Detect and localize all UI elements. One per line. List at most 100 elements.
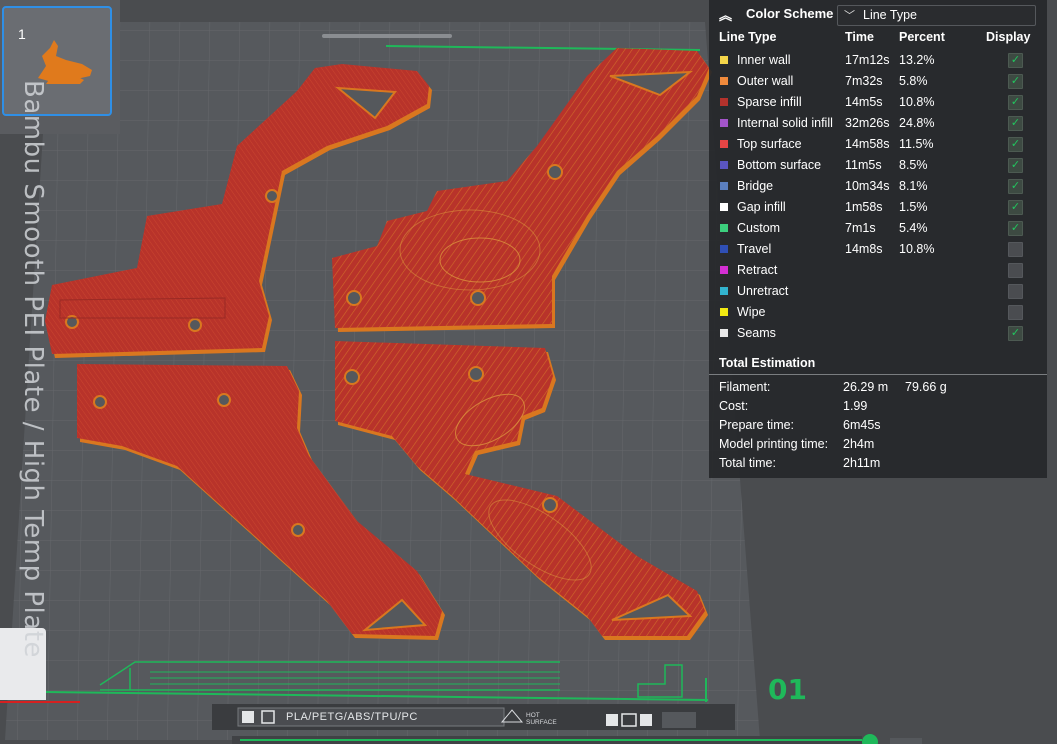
display-checkbox[interactable]: ✓ bbox=[1008, 263, 1023, 278]
line-type-time: 10m34s bbox=[845, 179, 890, 193]
line-type-percent: 1.5% bbox=[899, 200, 928, 214]
line-type-swatch bbox=[720, 224, 728, 232]
line-type-row: Seams ✓ bbox=[709, 323, 1047, 344]
estimation-value: 1.99 bbox=[843, 399, 868, 413]
line-type-time: 7m1s bbox=[845, 221, 876, 235]
line-type-swatch bbox=[720, 308, 728, 316]
line-type-time: 14m8s bbox=[845, 242, 883, 256]
estimation-row: Total time: 2h11m bbox=[709, 453, 1047, 472]
color-scheme-value: Line Type bbox=[863, 8, 917, 22]
estimation-value: 26.29 m bbox=[843, 380, 889, 394]
color-scheme-title: Color Scheme bbox=[746, 6, 834, 21]
line-type-swatch bbox=[720, 98, 728, 106]
header-time: Time bbox=[845, 30, 874, 44]
line-type-name: Retract bbox=[737, 263, 778, 277]
estimation-label: Cost: bbox=[719, 399, 749, 413]
line-type-swatch bbox=[720, 266, 728, 274]
line-type-time: 14m58s bbox=[845, 137, 890, 151]
total-estimation-title: Total Estimation bbox=[719, 356, 816, 370]
line-type-percent: 8.5% bbox=[899, 158, 928, 172]
display-checkbox[interactable]: ✓ bbox=[1008, 74, 1023, 89]
estimation-value: 6m45s bbox=[843, 418, 881, 432]
display-checkbox[interactable]: ✓ bbox=[1008, 179, 1023, 194]
line-type-name: Gap infill bbox=[737, 200, 786, 214]
estimation-value-secondary: 79.66 g bbox=[905, 380, 947, 394]
display-checkbox[interactable]: ✓ bbox=[1008, 95, 1023, 110]
line-type-time: 7m32s bbox=[845, 74, 883, 88]
display-checkbox[interactable]: ✓ bbox=[1008, 53, 1023, 68]
estimation-row: Filament: 26.29 m 79.66 g bbox=[709, 377, 1047, 396]
line-type-name: Travel bbox=[737, 242, 772, 256]
plate-index-label: 01 bbox=[768, 673, 807, 706]
hot-surface-line2: SURFACE bbox=[526, 719, 557, 726]
line-type-row: Retract ✓ bbox=[709, 260, 1047, 281]
line-type-swatch bbox=[720, 245, 728, 253]
color-scheme-header: ︽ Color Scheme ﹀ Line Type bbox=[709, 0, 1047, 28]
line-type-name: Bridge bbox=[737, 179, 774, 193]
display-checkbox[interactable]: ✓ bbox=[1008, 284, 1023, 299]
header-display: Display bbox=[986, 30, 1031, 44]
line-type-percent: 5.4% bbox=[899, 221, 928, 235]
filament-types-label: PLA/PETG/ABS/TPU/PC bbox=[286, 711, 418, 723]
line-type-name: Bottom surface bbox=[737, 158, 822, 172]
line-type-swatch bbox=[720, 161, 728, 169]
line-type-row: Custom 7m1s 5.4% ✓ bbox=[709, 218, 1047, 239]
display-checkbox[interactable]: ✓ bbox=[1008, 326, 1023, 341]
display-checkbox[interactable]: ✓ bbox=[1008, 221, 1023, 236]
estimation-label: Filament: bbox=[719, 380, 771, 394]
line-type-table-header: Line Type Time Percent Display bbox=[709, 30, 1047, 48]
line-type-name: Outer wall bbox=[737, 74, 794, 88]
legend-panel: ︽ Color Scheme ﹀ Line Type Line Type Tim… bbox=[709, 0, 1047, 478]
line-type-row: Inner wall 17m12s 13.2% ✓ bbox=[709, 50, 1047, 71]
line-type-row: Bridge 10m34s 8.1% ✓ bbox=[709, 176, 1047, 197]
line-type-percent: 24.8% bbox=[899, 116, 935, 130]
header-percent: Percent bbox=[899, 30, 945, 44]
line-type-row: Wipe ✓ bbox=[709, 302, 1047, 323]
line-type-row: Gap infill 1m58s 1.5% ✓ bbox=[709, 197, 1047, 218]
line-type-name: Top surface bbox=[737, 137, 802, 151]
hot-surface-label: HOT SURFACE bbox=[526, 712, 557, 726]
chevron-down-icon: ﹀ bbox=[844, 10, 855, 22]
line-type-row: Top surface 14m58s 11.5% ✓ bbox=[709, 134, 1047, 155]
line-type-time: 14m5s bbox=[845, 95, 883, 109]
line-type-row: Travel 14m8s 10.8% ✓ bbox=[709, 239, 1047, 260]
line-type-swatch bbox=[720, 182, 728, 190]
line-type-time: 11m5s bbox=[845, 158, 882, 172]
line-type-percent: 10.8% bbox=[899, 242, 935, 256]
line-type-percent: 10.8% bbox=[899, 95, 935, 109]
line-type-swatch bbox=[720, 329, 728, 337]
line-type-percent: 13.2% bbox=[899, 53, 935, 67]
collapse-chevron-icon[interactable]: ︽ bbox=[719, 5, 732, 24]
line-type-percent: 8.1% bbox=[899, 179, 928, 193]
line-type-row: Unretract ✓ bbox=[709, 281, 1047, 302]
line-type-name: Inner wall bbox=[737, 53, 791, 67]
estimation-label: Model printing time: bbox=[719, 437, 829, 451]
estimation-row: Prepare time: 6m45s bbox=[709, 415, 1047, 434]
line-type-name: Unretract bbox=[737, 284, 789, 298]
line-type-swatch bbox=[720, 287, 728, 295]
display-checkbox[interactable]: ✓ bbox=[1008, 137, 1023, 152]
estimation-row: Cost: 1.99 bbox=[709, 396, 1047, 415]
line-type-swatch bbox=[720, 56, 728, 64]
line-type-name: Custom bbox=[737, 221, 781, 235]
plate-type-label: Bambu Smooth PEI Plate / High Temp Plate bbox=[18, 80, 48, 658]
line-type-swatch bbox=[720, 119, 728, 127]
line-type-name: Internal solid infill bbox=[737, 116, 833, 130]
display-checkbox[interactable]: ✓ bbox=[1008, 200, 1023, 215]
line-type-row: Outer wall 7m32s 5.8% ✓ bbox=[709, 71, 1047, 92]
plate-preview-icon bbox=[38, 40, 92, 84]
color-scheme-select[interactable]: ﹀ Line Type bbox=[837, 5, 1036, 26]
line-type-swatch bbox=[720, 140, 728, 148]
display-checkbox[interactable]: ✓ bbox=[1008, 158, 1023, 173]
estimation-value: 2h4m bbox=[843, 437, 875, 451]
line-type-time: 1m58s bbox=[845, 200, 883, 214]
line-type-name: Sparse infill bbox=[737, 95, 802, 109]
line-type-swatch bbox=[720, 203, 728, 211]
display-checkbox[interactable]: ✓ bbox=[1008, 116, 1023, 131]
line-type-name: Wipe bbox=[737, 305, 766, 319]
line-type-row: Bottom surface 11m5s 8.5% ✓ bbox=[709, 155, 1047, 176]
divider bbox=[709, 374, 1047, 375]
display-checkbox[interactable]: ✓ bbox=[1008, 242, 1023, 257]
hot-surface-line1: HOT bbox=[526, 712, 540, 719]
display-checkbox[interactable]: ✓ bbox=[1008, 305, 1023, 320]
